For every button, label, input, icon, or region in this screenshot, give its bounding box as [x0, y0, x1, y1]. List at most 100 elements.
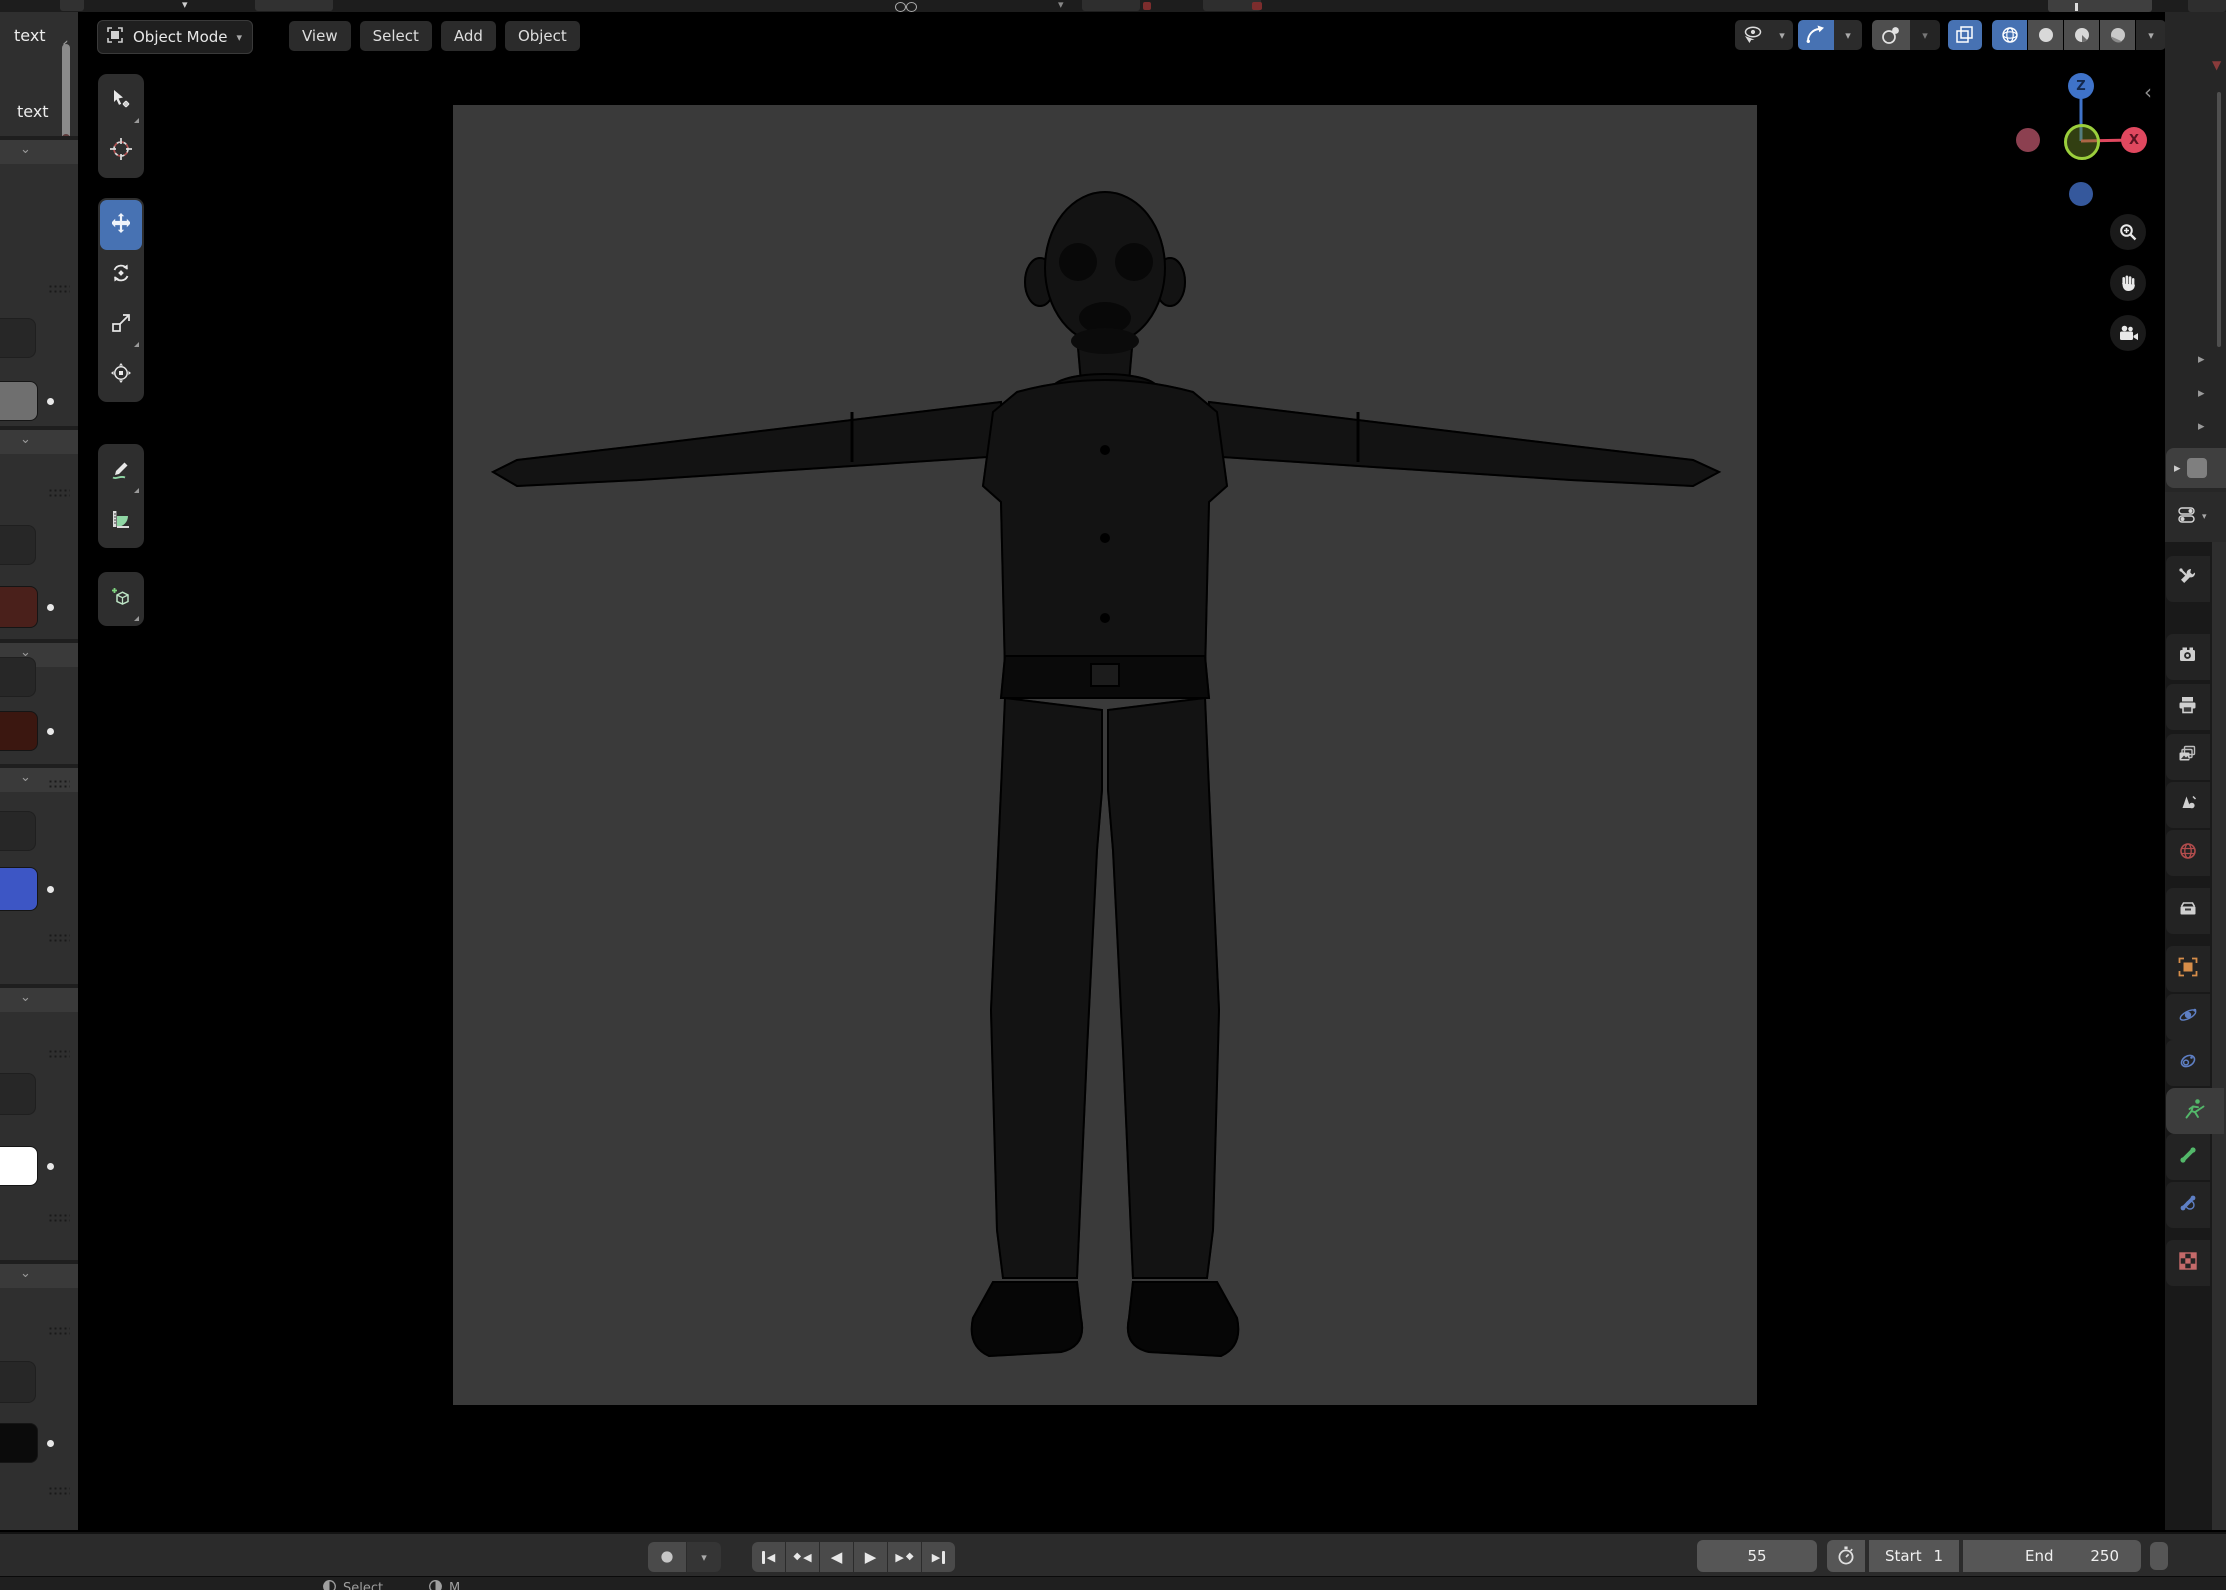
panel-header-collapsed[interactable]: ⌄ [0, 430, 78, 454]
animate-dot[interactable] [47, 886, 54, 893]
panel-field[interactable] [0, 811, 36, 851]
gizmo-y-axis-center[interactable] [2064, 124, 2100, 160]
mode-dropdown[interactable]: Object Mode ▾ [97, 20, 253, 54]
frame-start-field[interactable]: Start 1 [1867, 1540, 1959, 1572]
color-swatch[interactable] [0, 711, 38, 751]
color-swatch[interactable] [0, 867, 38, 911]
shading-rendered-button[interactable] [2100, 20, 2135, 50]
panel-drag-grip[interactable] [48, 1049, 70, 1058]
annotate-tool-button[interactable] [100, 446, 142, 496]
zoom-button[interactable] [2110, 214, 2146, 250]
overlays-dropdown[interactable]: ▾ [1735, 20, 1793, 50]
shading-dropdown[interactable]: ▾ [2136, 20, 2166, 50]
outliner-selected-row[interactable]: ▸ [2166, 448, 2226, 488]
properties-tab-constraints[interactable] [2166, 1040, 2210, 1086]
panel-drag-grip[interactable] [48, 284, 70, 293]
color-swatch[interactable] [0, 1423, 38, 1463]
panel-drag-grip[interactable] [48, 933, 70, 942]
menu-select[interactable]: Select [360, 21, 432, 51]
panel-header-collapsed[interactable]: ⌄ [0, 140, 78, 164]
properties-tab-texture[interactable] [2166, 1240, 2210, 1286]
mouse-right-icon [428, 1579, 443, 1590]
properties-tab-collection[interactable] [2166, 888, 2210, 934]
properties-tab-view-layer[interactable] [2166, 734, 2210, 780]
shading-solid-button[interactable] [2028, 20, 2063, 50]
properties-tab-object[interactable] [2166, 946, 2210, 992]
properties-tab-data[interactable] [2166, 1088, 2224, 1134]
current-frame-field[interactable]: 55 [1697, 1540, 1817, 1572]
panel-header-collapsed[interactable]: ⌄ [0, 988, 78, 1012]
animate-dot[interactable] [47, 1163, 54, 1170]
prev-key-button[interactable]: ◆◀ [786, 1542, 819, 1572]
transform-tool-button[interactable] [100, 350, 142, 400]
properties-tab-bone-constraint[interactable] [2166, 1182, 2210, 1228]
gizmo-toggle-button[interactable] [1948, 20, 1982, 50]
panel-field[interactable] [0, 657, 36, 697]
properties-tab-tool[interactable] [2166, 556, 2210, 602]
properties-editor-header[interactable]: ▾ [2165, 492, 2226, 542]
play-reverse-button[interactable]: ◀ [820, 1542, 853, 1572]
gizmo-neg-x-axis[interactable] [2016, 128, 2040, 152]
move-tool-button[interactable] [100, 200, 142, 250]
properties-tab-output[interactable] [2166, 684, 2210, 730]
panel-field[interactable] [0, 1361, 36, 1403]
panel-field[interactable] [0, 525, 36, 565]
jump-start-button[interactable]: ◀ [752, 1542, 785, 1572]
properties-tab-physics[interactable] [2166, 994, 2210, 1040]
proportional-edit-control[interactable]: ▾ [1872, 20, 1940, 50]
tweak-tool-button[interactable] [100, 76, 142, 126]
properties-tab-bone[interactable] [2166, 1134, 2210, 1180]
texture-tab-icon [2177, 1250, 2199, 1276]
animate-dot[interactable] [47, 1440, 54, 1447]
pan-hand-button[interactable] [2110, 265, 2146, 301]
color-swatch[interactable] [0, 1146, 38, 1186]
outliner-expand-icon[interactable]: ▸ [2198, 386, 2205, 401]
sidebar-collapse-arrow[interactable]: ‹ [2144, 80, 2152, 104]
outliner-expand-icon[interactable]: ▸ [2198, 352, 2205, 367]
play-button[interactable]: ▶ [854, 1542, 887, 1572]
gizmo-x-axis[interactable]: X [2121, 127, 2147, 153]
panel-drag-grip[interactable] [48, 1213, 70, 1222]
camera-view-button[interactable] [2110, 315, 2146, 351]
auto-keying-record-button[interactable] [648, 1542, 686, 1572]
cursor-tool-button[interactable] [100, 126, 142, 176]
next-key-button[interactable]: ▶◆ [888, 1542, 921, 1572]
menu-add[interactable]: Add [441, 21, 496, 51]
panel-drag-grip[interactable] [48, 488, 70, 497]
wireframe-character-model[interactable] [457, 150, 1757, 1410]
color-swatch[interactable] [0, 381, 38, 421]
timeline-editor: ▾ ◀◆◀◀▶▶◆▶ 55 Start 1 End 250 [0, 1532, 2226, 1578]
rotate-tool-button[interactable] [100, 250, 142, 300]
measure-tool-button[interactable] [100, 496, 142, 546]
animate-dot[interactable] [47, 604, 54, 611]
panel-field[interactable] [0, 1073, 36, 1115]
frame-end-field[interactable]: End 250 [1961, 1540, 2141, 1572]
properties-tab-world[interactable] [2166, 830, 2210, 876]
outliner-expand-icon[interactable]: ▸ [2198, 419, 2205, 434]
properties-tab-render[interactable] [2166, 634, 2210, 680]
rotate-icon [110, 262, 132, 288]
panel-drag-grip[interactable] [48, 1486, 70, 1495]
animate-dot[interactable] [47, 398, 54, 405]
keying-set-dropdown[interactable]: ▾ [687, 1542, 721, 1572]
gizmo-z-axis[interactable]: Z [2068, 73, 2094, 99]
jump-end-button[interactable]: ▶ [922, 1542, 955, 1572]
gizmo-neg-z-axis[interactable] [2069, 182, 2093, 206]
shading-wireframe-button[interactable] [1992, 20, 2027, 50]
outliner-scrollbar[interactable] [2217, 92, 2221, 347]
panel-field[interactable] [0, 318, 36, 358]
panel-drag-grip[interactable] [48, 1326, 70, 1335]
properties-tab-scene[interactable] [2166, 782, 2210, 828]
scale-tool-button[interactable] [100, 300, 142, 350]
menu-object[interactable]: Object [505, 21, 580, 51]
add-cube-tool-button[interactable] [100, 574, 142, 624]
menu-view[interactable]: View [289, 21, 351, 51]
shading-material-preview-button[interactable] [2064, 20, 2099, 50]
snap-control[interactable]: ▾ [1798, 20, 1862, 50]
panel-drag-grip[interactable] [48, 779, 70, 788]
animate-dot[interactable] [47, 728, 54, 735]
panel-header-collapsed[interactable]: ⌄ [0, 1264, 78, 1288]
navigation-gizmo[interactable]: Z X [2000, 70, 2160, 210]
color-swatch[interactable] [0, 586, 38, 628]
use-preview-range-button[interactable] [1827, 1540, 1865, 1572]
